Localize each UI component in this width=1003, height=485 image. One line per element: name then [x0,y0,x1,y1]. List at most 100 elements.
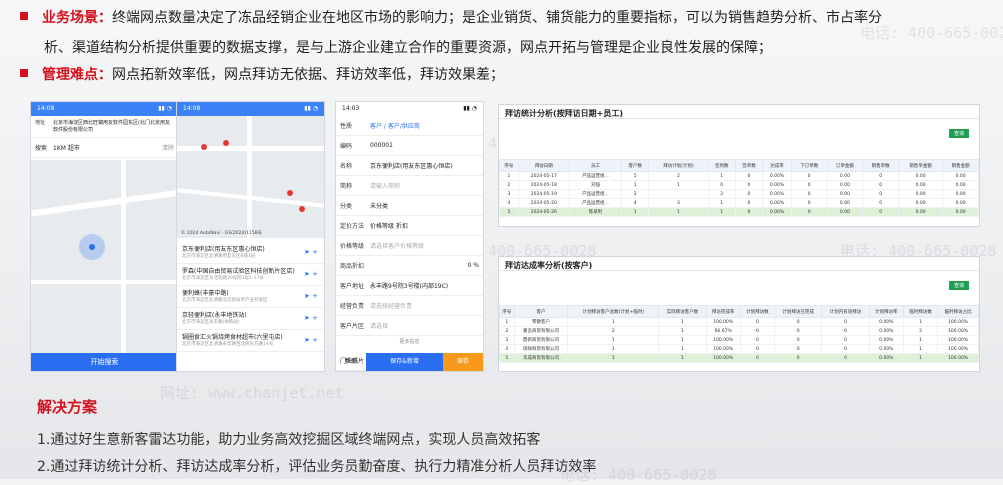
table-cell: 产品运营组... [568,198,623,208]
table-row[interactable]: 4 2024-05-20 产品运营组... 4 3 1 0 0.00% 0 0.00 0 0.00 0.… [499,198,979,208]
column-header[interactable]: 计划拜访率 [868,305,904,318]
table-row[interactable]: 1 零散客户 1 1 100.00% 0 0 0 0.00% 1 100.00% [499,317,979,327]
column-header[interactable]: 序号 [499,159,519,172]
column-header[interactable]: 实际拜访客户数 [658,305,707,318]
form-row[interactable]: 分类 未分类 [336,196,483,216]
column-header[interactable]: 订单金额 [826,159,864,172]
table-cell: 2 [499,180,519,190]
form-row[interactable]: 价格等级 请选择客户价格等级 [336,236,483,256]
column-header[interactable]: 拜访日期 [517,159,570,172]
form-row[interactable]: 经营负责 请选择经营负责 [336,296,483,316]
form-row[interactable]: 名称 京东便利店(用友东区惠心恒店) [336,156,483,176]
table-cell: 100.00% [937,335,979,345]
poi-marker-icon[interactable] [223,140,229,146]
navigate-icon[interactable]: ➤ + [304,292,318,300]
save-new-button[interactable]: 保存&新增 [366,353,443,371]
bullet-business: 业务场景：终端网点数量决定了冻品经销企业在地区市场的影响力；是企业销货、铺货能力… [20,6,882,31]
column-header[interactable]: 拜访计划(计划) [648,159,709,172]
table-cell: 100.00% [705,344,741,354]
navigate-icon[interactable]: ➤ + [304,270,318,278]
table-row[interactable]: 5 2024-05-26 陈某利 1 1 1 0 0.00% 0 0.00 0 0.00 0.00 [499,207,979,217]
column-header[interactable]: 临时拜访数 [902,305,939,318]
table-row[interactable]: 2 2024-05-18 刘强 1 1 0 0 0.00% 0 0.00 0 0.00 0.00 [499,180,979,190]
bottom-bar: 帮助 保存&新增 保存 [336,353,483,371]
table-cell: 0.00 [826,207,864,217]
list-item[interactable]: 京轻便利店(永丰地铁站) 北京市海淀区永丰路(地铁站) ➤ + [177,308,324,330]
column-header[interactable]: 下订单数 [790,159,828,172]
column-header[interactable]: 客户数 [621,159,650,172]
table-cell: 0.00% [868,317,904,327]
form-row[interactable]: 定价方法 价格等级 折扣 [336,216,483,236]
panel-title: 拜访统计分析(按拜访日期+员工) [499,105,979,119]
column-header[interactable]: 序号 [499,305,515,318]
column-header[interactable]: 计划拜访已完成 [773,305,823,318]
list-item[interactable]: 便利蜂(丰豪中路) 北京市海淀区北清路北京新技术产业开发区 ➤ + [177,286,324,308]
column-header[interactable]: 达成率 [762,159,792,172]
column-header[interactable]: 签单数 [734,159,764,172]
table-cell: 0 [734,207,764,217]
navigate-icon[interactable]: ➤ + [304,314,318,322]
more-info-toggle[interactable]: 更多信息 [336,338,483,345]
table-cell: 2 [621,189,650,199]
navigate-icon[interactable]: ➤ + [304,336,318,344]
table-cell: 2024-05-18 [517,180,570,190]
poi-marker-icon[interactable] [201,144,207,150]
table-row[interactable]: 4 瑞祥商贸有限公司 1 1 100.00% 0 0 0 0.00% 1 100.00% [499,344,979,354]
table-row[interactable]: 1 2024-05-17 产品运营组... 5 2 1 0 0.00% 0 0.00 0 0.00 0.… [499,171,979,181]
form-row[interactable]: 商品折扣 0 % [336,256,483,276]
table-cell: 3 [499,335,515,345]
column-header[interactable]: 销售金额 [942,159,979,172]
table-row[interactable]: 3 2024-05-19 产品运营组... 2 2 0 0.00% 0 0.00 0 0.00 0.0… [499,189,979,199]
table-cell: 1 [902,317,939,327]
table-cell: 华成商贸有限公司 [513,353,569,363]
form-row[interactable]: 客户地址 永丰路9号院3号楼(内部19C) [336,276,483,296]
current-location-icon [89,244,95,250]
poi-marker-icon[interactable] [299,206,305,212]
table-cell: 4 [499,344,515,354]
column-header[interactable]: 客户 [513,305,569,318]
table-cell: 1 [499,317,515,327]
column-header[interactable]: 计划拜访客户总数(计划+临时) [567,305,660,318]
column-header[interactable]: 计划拜访数 [739,305,776,318]
table-cell: 0.00 [942,207,979,217]
help-button[interactable]: 帮助 [336,353,366,371]
list-item[interactable]: 罗森(中国自由贸易试验区科技创新片区店) 北京市海淀区东北旺路30号院1层1-17… [177,264,324,286]
map-view[interactable] [31,160,178,355]
table-cell: 1 [707,207,736,217]
column-header[interactable]: 员工 [568,159,623,172]
bullet-business-cont: 析、渠道结构分析提供重要的数据支撑，是与上游企业建立合作的重要资源，网点开拓与管… [44,40,772,56]
form-row[interactable]: 性质 客户 / 客户/供应商 [336,116,483,136]
column-header[interactable]: 签到数 [707,159,736,172]
list-item[interactable]: 京东便利店(用友东区惠心恒店) 北京市海淀区北清路用友东区B座1层 ➤ + [177,242,324,264]
poi-marker-icon[interactable] [287,190,293,196]
table-cell: 2 [707,189,736,199]
form-row[interactable]: 编码 000001 [336,136,483,156]
column-header[interactable]: 销售单金额 [897,159,944,172]
column-header[interactable]: 拜访完成率 [705,305,741,318]
column-header[interactable]: 计划内有效拜访 [821,305,870,318]
search-input[interactable]: 1KM 超市 [53,143,162,152]
table-cell: 0.00 [826,171,864,181]
form-row[interactable]: 简称 请输入简称 [336,176,483,196]
table-cell: 2024-05-20 [517,198,570,208]
column-header[interactable]: 临时拜访占比 [937,305,979,318]
navigate-icon[interactable]: ➤ + [304,248,318,256]
form-row[interactable]: 客户片区 请选择 [336,316,483,336]
list-item[interactable]: 锅圈食汇火锅烧烤食材超市(六里屯店) 北京市海淀区北清路永丰路西北侧东方路14号 ➤… [177,330,324,352]
table-row[interactable]: 2 嘉吾商贸有限公司 2 1 66.67% 0 0 0 0.00% 2 100.00% [499,326,979,336]
query-button[interactable]: 查询 [948,129,969,138]
column-header[interactable]: 销售单数 [862,159,899,172]
table-cell: 0.00% [762,207,792,217]
table-row[interactable]: 3 鼎新商贸有限公司 1 1 100.00% 0 0 0 0.00% 1 100.00% [499,335,979,345]
table-cell: 1 [658,326,707,336]
clear-button[interactable]: 清除 [162,143,174,152]
address-field[interactable]: 北京市海淀区西北旺镇用友软件园东区(北门北京用友软件股份有限公司 [53,119,174,134]
table-cell: 2024-05-17 [517,171,570,181]
table-cell: 2 [648,171,709,181]
save-button[interactable]: 保存 [443,353,483,371]
table-row[interactable]: 5 华成商贸有限公司 1 1 100.00% 0 0 0 0.00% 1 100.00% [499,353,979,363]
start-search-button[interactable]: 开始搜索 [31,353,178,371]
map-view[interactable]: © 2024 AutoNavi - GS(2024)1158号 [177,116,324,238]
watermark: 网址: www.chanjet.net [160,384,344,402]
query-button[interactable]: 查询 [948,281,969,290]
